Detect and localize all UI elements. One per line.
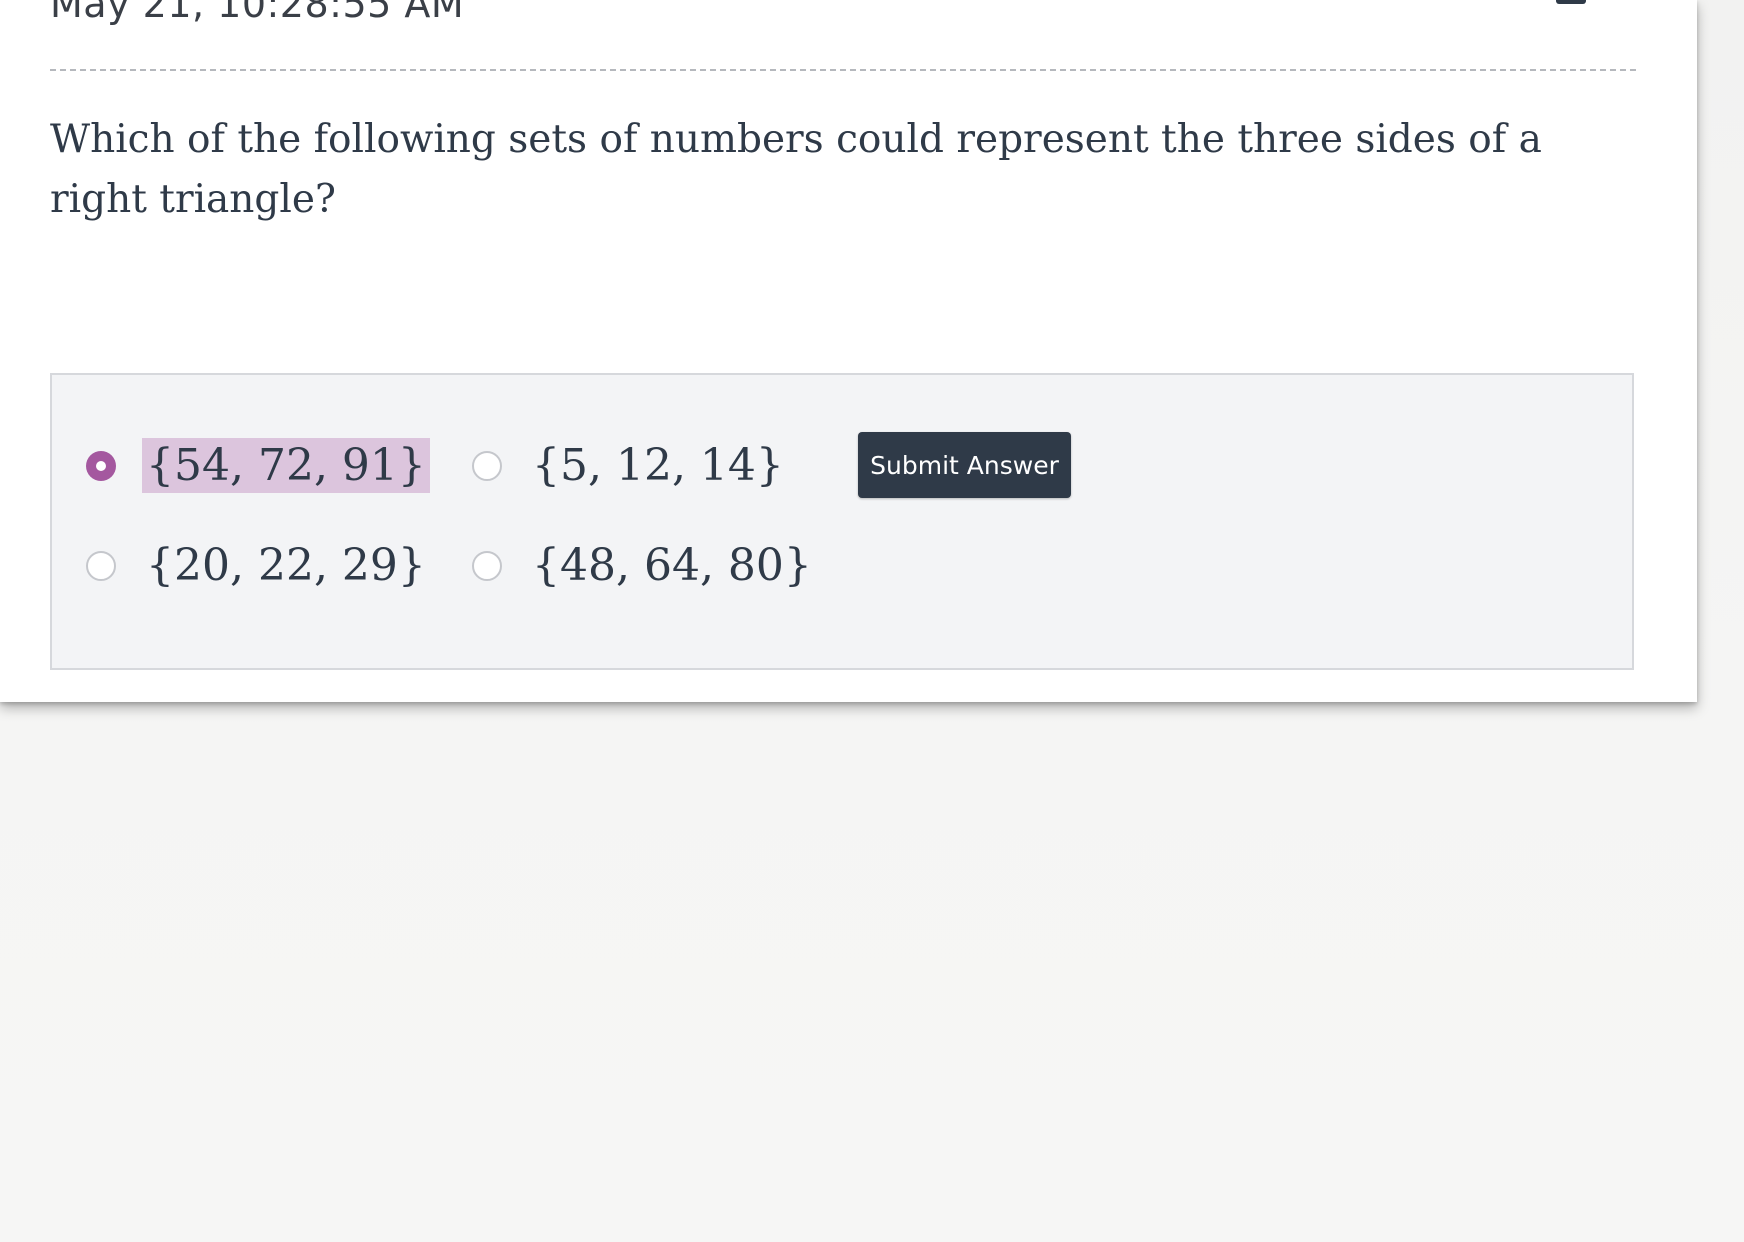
question-text: Which of the following sets of numbers c… — [50, 117, 1542, 222]
answer-option-3[interactable]: {20, 22, 29} — [86, 538, 430, 593]
answer-option-4[interactable]: {48, 64, 80} — [472, 538, 816, 593]
radio-button[interactable] — [472, 450, 502, 481]
timestamp: May 21, 10:28:55 AM — [50, 0, 465, 26]
answer-option-label[interactable]: {20, 22, 29} — [142, 538, 430, 593]
menu-icon[interactable] — [1556, 0, 1586, 4]
answer-panel: {54, 72, 91} {5, 12, 14} {20, 22, 29} {4… — [50, 373, 1634, 670]
radio-button[interactable] — [86, 550, 116, 581]
submit-answer-button[interactable]: Submit Answer — [858, 432, 1071, 498]
radio-button-selected[interactable] — [86, 450, 116, 481]
answer-option-1[interactable]: {54, 72, 91} — [86, 438, 430, 493]
answer-option-label[interactable]: {5, 12, 14} — [528, 438, 788, 493]
answer-option-2[interactable]: {5, 12, 14} — [472, 438, 788, 493]
answer-option-label[interactable]: {48, 64, 80} — [528, 538, 816, 593]
answer-option-label[interactable]: {54, 72, 91} — [142, 438, 430, 493]
radio-button[interactable] — [472, 550, 502, 581]
dashed-divider — [50, 69, 1636, 71]
question-card: May 21, 10:28:55 AM Which of the followi… — [0, 0, 1697, 702]
